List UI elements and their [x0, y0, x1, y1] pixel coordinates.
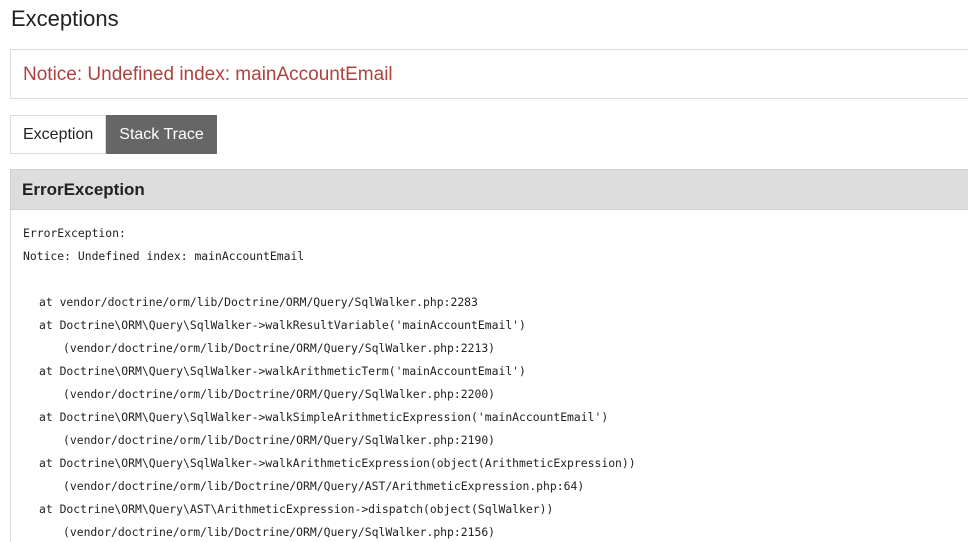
tab-stack-trace[interactable]: Stack Trace — [106, 115, 217, 154]
trace-line: at Doctrine\ORM\Query\SqlWalker->walkAri… — [39, 364, 526, 378]
trace-line: at Doctrine\ORM\Query\SqlWalker->walkRes… — [39, 318, 526, 332]
trace-line: (vendor/doctrine/orm/lib/Doctrine/ORM/Qu… — [63, 479, 585, 493]
trace-line: at vendor/doctrine/orm/lib/Doctrine/ORM/… — [39, 295, 478, 309]
trace-line: (vendor/doctrine/orm/lib/Doctrine/ORM/Qu… — [63, 525, 496, 539]
tab-bar: Exception Stack Trace — [10, 115, 217, 154]
trace-line: ErrorException: — [23, 226, 126, 240]
trace-line: (vendor/doctrine/orm/lib/Doctrine/ORM/Qu… — [63, 433, 496, 447]
trace-line: (vendor/doctrine/orm/lib/Doctrine/ORM/Qu… — [63, 341, 496, 355]
trace-line: at Doctrine\ORM\Query\SqlWalker->walkAri… — [39, 456, 636, 470]
notice-message: Notice: Undefined index: mainAccountEmai… — [23, 64, 393, 85]
panel-body: ErrorException: Notice: Undefined index: … — [10, 210, 968, 542]
trace-line: Notice: Undefined index: mainAccountEmai… — [23, 249, 305, 263]
trace-spacer — [23, 268, 636, 291]
trace-line: at Doctrine\ORM\Query\SqlWalker->walkSim… — [39, 410, 609, 424]
notice-box: Notice: Undefined index: mainAccountEmai… — [10, 49, 968, 99]
stack-trace: ErrorException: Notice: Undefined index: … — [23, 222, 636, 542]
trace-line: at Doctrine\ORM\Query\AST\ArithmeticExpr… — [39, 502, 554, 516]
tab-exception[interactable]: Exception — [10, 115, 107, 154]
panel-header: ErrorException — [10, 169, 968, 210]
trace-line: (vendor/doctrine/orm/lib/Doctrine/ORM/Qu… — [63, 387, 496, 401]
page-title: Exceptions — [11, 6, 119, 31]
panel-title: ErrorException — [22, 180, 145, 199]
